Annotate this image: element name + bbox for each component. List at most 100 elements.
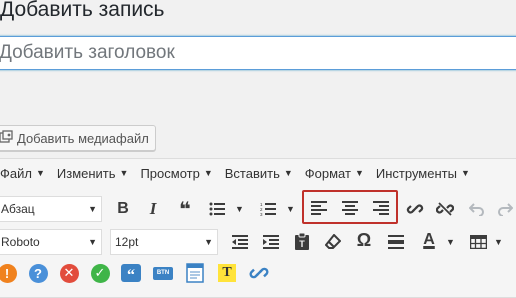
success-box-button[interactable]: ✓ bbox=[89, 262, 111, 284]
menu-file-label: Файл bbox=[0, 165, 32, 181]
post-title-field[interactable] bbox=[0, 36, 516, 70]
undo-icon bbox=[469, 203, 484, 216]
svg-text:“: “ bbox=[127, 267, 135, 282]
format-select[interactable]: Абзац ▼ bbox=[0, 196, 102, 222]
font-size-value: 12pt bbox=[115, 235, 139, 249]
clipboard-icon: T bbox=[295, 232, 309, 250]
chevron-down-icon: ▼ bbox=[354, 168, 364, 178]
align-center-button[interactable] bbox=[339, 197, 361, 219]
menu-format[interactable]: Формат ▼ bbox=[305, 166, 364, 181]
shortcode-link-button[interactable] bbox=[248, 262, 270, 284]
bold-icon: B bbox=[117, 200, 129, 217]
clear-formatting-button[interactable] bbox=[322, 231, 344, 253]
table-button[interactable] bbox=[467, 231, 489, 253]
chevron-down-icon: ▼ bbox=[203, 168, 213, 178]
chevron-down-icon: ▼ bbox=[88, 204, 97, 214]
menu-tools[interactable]: Инструменты ▼ bbox=[376, 166, 470, 181]
success-icon: ✓ bbox=[90, 263, 110, 283]
horizontal-line-button[interactable] bbox=[385, 231, 407, 253]
table-icon bbox=[469, 235, 487, 249]
font-size-select[interactable]: 12pt ▼ bbox=[110, 229, 218, 255]
insert-link-button[interactable] bbox=[404, 198, 426, 220]
align-center-icon bbox=[342, 201, 358, 215]
highlight-text-button[interactable]: T bbox=[216, 262, 238, 284]
special-character-button[interactable]: Ω bbox=[353, 229, 375, 251]
error-box-button[interactable]: ✕ bbox=[58, 262, 80, 284]
format-select-value: Абзац bbox=[1, 202, 35, 216]
add-media-button[interactable]: Добавить медиафайл bbox=[0, 125, 156, 151]
bullet-list-dropdown[interactable]: ▼ bbox=[235, 204, 244, 214]
media-icon bbox=[0, 129, 13, 147]
link-icon bbox=[406, 204, 424, 214]
button-icon: BTN bbox=[153, 266, 173, 280]
chevron-down-icon: ▼ bbox=[88, 237, 97, 247]
highlight-icon-label: T bbox=[222, 265, 232, 280]
note-icon bbox=[186, 263, 204, 283]
indent-icon bbox=[263, 235, 279, 249]
bold-button[interactable]: B bbox=[112, 198, 134, 220]
menu-format-label: Формат bbox=[304, 165, 351, 181]
undo-button[interactable] bbox=[466, 198, 488, 220]
error-icon: ✕ bbox=[59, 263, 79, 283]
menu-file[interactable]: Файл ▼ bbox=[0, 166, 45, 181]
font-family-select[interactable]: Roboto ▼ bbox=[0, 229, 102, 255]
align-right-button[interactable] bbox=[370, 197, 392, 219]
warning-box-button[interactable]: ! bbox=[0, 262, 18, 284]
quotes-icon: “ bbox=[121, 264, 141, 282]
horizontal-line-icon bbox=[388, 235, 404, 249]
chevron-down-icon: ▼ bbox=[35, 168, 45, 178]
help-icon: ? bbox=[28, 263, 48, 283]
outdent-button[interactable] bbox=[229, 231, 251, 253]
numbered-list-icon: 123 bbox=[260, 202, 276, 216]
text-color-dropdown[interactable]: ▼ bbox=[446, 237, 455, 247]
numbered-list-dropdown[interactable]: ▼ bbox=[286, 204, 295, 214]
menu-tools-label: Инструменты bbox=[375, 165, 457, 181]
table-dropdown[interactable]: ▼ bbox=[494, 237, 503, 247]
menu-view[interactable]: Просмотр ▼ bbox=[140, 166, 212, 181]
button-icon-label: BTN bbox=[156, 270, 170, 276]
text-color-icon: A bbox=[423, 231, 435, 248]
indent-button[interactable] bbox=[260, 231, 282, 253]
eraser-icon bbox=[325, 234, 341, 249]
page-title: Добавить запись bbox=[0, 0, 165, 21]
align-left-icon bbox=[311, 201, 327, 215]
blockquote-icon: ❝ bbox=[179, 198, 191, 221]
quote-box-button[interactable]: “ bbox=[120, 262, 142, 284]
warning-icon: ! bbox=[0, 263, 17, 283]
font-family-value: Roboto bbox=[1, 235, 40, 249]
chevron-down-icon: ▼ bbox=[460, 168, 470, 178]
svg-text:T: T bbox=[299, 239, 305, 249]
remove-link-button[interactable] bbox=[434, 198, 456, 220]
menu-insert[interactable]: Вставить ▼ bbox=[225, 166, 293, 181]
italic-icon: I bbox=[149, 199, 157, 218]
omega-icon: Ω bbox=[356, 229, 372, 250]
help-box-button[interactable]: ? bbox=[27, 262, 49, 284]
align-right-icon bbox=[373, 201, 389, 215]
bullet-list-icon bbox=[209, 202, 225, 216]
outdent-icon bbox=[232, 235, 248, 249]
menu-edit[interactable]: Изменить ▼ bbox=[57, 166, 129, 181]
post-title-input[interactable] bbox=[0, 37, 516, 69]
redo-icon bbox=[498, 203, 513, 216]
chevron-down-icon: ▼ bbox=[204, 237, 213, 247]
shortcode-link-icon bbox=[249, 267, 269, 279]
unlink-icon bbox=[436, 202, 454, 216]
redo-button[interactable] bbox=[494, 198, 516, 220]
align-left-button[interactable] bbox=[308, 197, 330, 219]
blockquote-button[interactable]: ❝ bbox=[174, 198, 196, 221]
chevron-down-icon: ▼ bbox=[283, 168, 293, 178]
text-color-button[interactable]: A bbox=[418, 229, 440, 251]
paste-text-button[interactable]: T bbox=[291, 230, 313, 252]
italic-button[interactable]: I bbox=[142, 198, 164, 220]
menu-insert-label: Вставить bbox=[224, 165, 280, 181]
highlight-icon: T bbox=[218, 264, 236, 282]
svg-text:3: 3 bbox=[260, 212, 263, 216]
note-box-button[interactable] bbox=[184, 262, 206, 284]
add-media-label: Добавить медиафайл bbox=[17, 130, 149, 146]
menu-view-label: Просмотр bbox=[140, 165, 200, 181]
editor-menubar: Файл ▼ Изменить ▼ Просмотр ▼ Вставить ▼ Форм… bbox=[0, 160, 482, 186]
menu-edit-label: Изменить bbox=[56, 165, 116, 181]
numbered-list-button[interactable]: 123 bbox=[257, 198, 279, 220]
bullet-list-button[interactable] bbox=[206, 198, 228, 220]
insert-button-button[interactable]: BTN bbox=[152, 262, 174, 284]
